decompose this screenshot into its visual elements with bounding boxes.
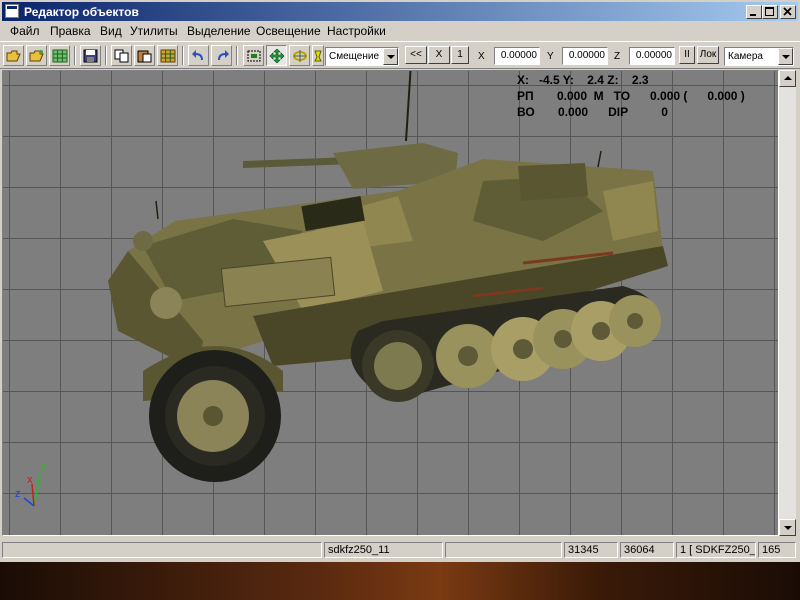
undo-button[interactable] bbox=[188, 45, 209, 66]
save-icon bbox=[83, 49, 97, 62]
light-tool-button[interactable] bbox=[312, 45, 324, 66]
y-axis-gizmo-label: y bbox=[41, 460, 47, 472]
maximize-button[interactable] bbox=[762, 5, 778, 19]
move-tool-button[interactable] bbox=[266, 45, 287, 66]
y-coord-input[interactable]: 0.00000 bbox=[562, 47, 608, 65]
x-coord-input[interactable]: 0.00000 bbox=[494, 47, 540, 65]
camera-select-value: Камера bbox=[728, 51, 763, 62]
open-button[interactable] bbox=[3, 45, 24, 66]
window-title: Редактор объектов bbox=[24, 5, 139, 19]
3d-viewport[interactable]: X: -4.5 Y: 2.4 Z: 2.3 РП 0.000 M ТО 0.00… bbox=[2, 70, 779, 536]
title-bar[interactable]: Редактор объектов bbox=[2, 2, 798, 21]
paste-icon bbox=[137, 50, 151, 62]
y-axis-label: Y bbox=[547, 51, 554, 62]
mode-select[interactable]: Смещение bbox=[325, 47, 399, 66]
status-vertex-count: 31345 bbox=[564, 542, 618, 558]
toolbar-separator bbox=[236, 46, 238, 65]
chevron-down-icon[interactable] bbox=[778, 48, 793, 65]
grid-icon bbox=[160, 49, 175, 62]
scroll-up-button[interactable] bbox=[779, 70, 796, 87]
menu-utilities[interactable]: Утилиты bbox=[130, 24, 178, 38]
copy-button[interactable] bbox=[111, 45, 132, 66]
toolbar-separator bbox=[182, 46, 184, 65]
x-axis-gizmo-label: x bbox=[27, 474, 33, 486]
open-folder-icon bbox=[29, 49, 44, 61]
status-message bbox=[2, 542, 322, 558]
status-face-count: 36064 bbox=[620, 542, 674, 558]
menu-bar: Файл Правка Вид Утилиты Выделение Освеще… bbox=[0, 21, 800, 40]
desktop-background bbox=[0, 562, 800, 600]
local-toggle-button[interactable]: Лок bbox=[697, 46, 719, 64]
step-x-button[interactable]: X bbox=[428, 46, 450, 64]
toolbar-separator bbox=[74, 46, 76, 65]
pause-button[interactable]: II bbox=[679, 46, 695, 64]
x-axis-label: X bbox=[478, 51, 485, 62]
vertical-scrollbar[interactable] bbox=[779, 70, 796, 536]
redo-button[interactable] bbox=[211, 45, 232, 66]
grid-icon bbox=[52, 49, 67, 62]
step-back-button[interactable]: << bbox=[405, 46, 427, 64]
z-coord-input[interactable]: 0.00000 bbox=[629, 47, 675, 65]
copy-icon bbox=[114, 49, 128, 62]
vehicle-model[interactable] bbox=[3, 71, 779, 536]
z-axis-gizmo-label: z bbox=[15, 488, 21, 500]
rotate-icon bbox=[292, 49, 307, 62]
undo-icon bbox=[191, 49, 203, 60]
menu-lighting[interactable]: Освещение bbox=[256, 24, 321, 38]
open-recent-button[interactable] bbox=[26, 45, 47, 66]
z-axis-label: Z bbox=[614, 51, 621, 62]
menu-selection[interactable]: Выделение bbox=[187, 24, 251, 38]
step-one-button[interactable]: 1 bbox=[451, 46, 469, 64]
menu-file[interactable]: Файл bbox=[10, 24, 40, 38]
toolbar-separator bbox=[105, 46, 107, 65]
paste-button[interactable] bbox=[134, 45, 155, 66]
minimize-icon bbox=[750, 14, 756, 16]
scroll-down-button[interactable] bbox=[779, 519, 796, 536]
rotate-tool-button[interactable] bbox=[289, 45, 310, 66]
open-folder-icon bbox=[6, 50, 21, 61]
status-selection: 1 [ SDKFZ250_ bbox=[676, 542, 756, 558]
save-button[interactable] bbox=[80, 45, 101, 66]
status-object-name: sdkfz250_11 bbox=[324, 542, 443, 558]
menu-view[interactable]: Вид bbox=[100, 24, 122, 38]
close-icon bbox=[783, 7, 792, 16]
menu-settings[interactable]: Настройки bbox=[327, 24, 386, 38]
status-empty bbox=[445, 542, 562, 558]
status-extra: 165 bbox=[758, 542, 796, 558]
redo-icon bbox=[217, 49, 229, 60]
move-icon bbox=[269, 48, 284, 63]
status-bar: sdkfz250_11 31345 36064 1 [ SDKFZ250_ 16… bbox=[0, 540, 800, 560]
maximize-icon bbox=[765, 7, 774, 16]
axis-gizmo: y x z bbox=[15, 460, 47, 507]
app-icon[interactable] bbox=[5, 4, 19, 18]
grid-select-button[interactable] bbox=[157, 45, 178, 66]
toolbar: Смещение << X 1 X 0.00000 Y 0.00000 Z 0.… bbox=[0, 41, 800, 69]
grid-button[interactable] bbox=[49, 45, 70, 66]
mode-select-value: Смещение bbox=[329, 51, 380, 62]
chevron-down-icon[interactable] bbox=[383, 48, 398, 65]
close-button[interactable] bbox=[780, 5, 796, 19]
select-icon bbox=[247, 50, 260, 61]
application-window: Редактор объектов Файл Правка Вид Утилит… bbox=[0, 0, 800, 562]
light-icon bbox=[314, 50, 322, 61]
select-tool-button[interactable] bbox=[243, 45, 264, 66]
menu-edit[interactable]: Правка bbox=[50, 24, 91, 38]
camera-select[interactable]: Камера bbox=[724, 47, 794, 66]
minimize-button[interactable] bbox=[746, 5, 762, 19]
